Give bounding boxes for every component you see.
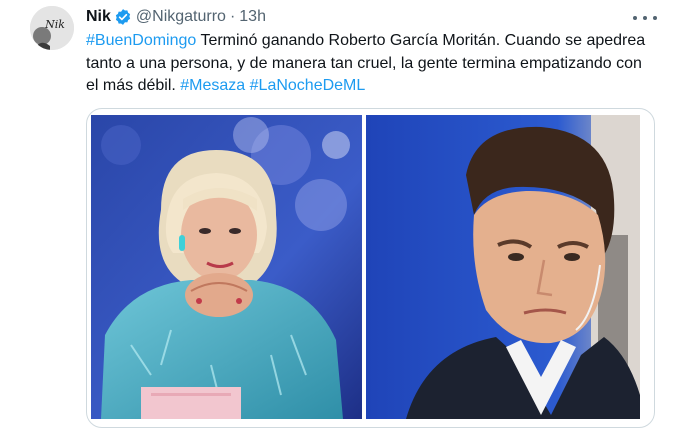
- avatar-signature: Nik: [44, 18, 65, 31]
- tweet: Nik Nik @Nikgaturro · 13h #BuenDomingo T…: [0, 0, 689, 435]
- avatar-image: Nik: [30, 6, 74, 50]
- tweet-header: Nik @Nikgaturro · 13h: [86, 6, 266, 28]
- hashtag-buendomingo[interactable]: #BuenDomingo: [86, 32, 196, 49]
- hashtag-mesaza[interactable]: #Mesaza: [180, 77, 245, 94]
- verified-badge-icon: [115, 9, 131, 25]
- author-name[interactable]: Nik: [86, 8, 111, 26]
- photo-man-image: [366, 115, 640, 419]
- photo-man[interactable]: [366, 115, 640, 419]
- hashtag-lanochedeml[interactable]: #LaNocheDeML: [250, 77, 366, 94]
- tweet-timestamp[interactable]: 13h: [239, 8, 266, 26]
- photo-woman-image: [91, 115, 362, 419]
- more-options-icon[interactable]: [633, 10, 657, 26]
- more-dot: [633, 16, 637, 20]
- separator-dot: ·: [229, 8, 236, 25]
- more-dot: [653, 16, 657, 20]
- tweet-media[interactable]: [86, 108, 655, 428]
- tweet-text: #BuenDomingo Terminó ganando Roberto Gar…: [86, 30, 646, 98]
- author-avatar[interactable]: Nik: [30, 6, 74, 50]
- author-handle[interactable]: @Nikgaturro: [136, 8, 226, 26]
- photo-woman[interactable]: [91, 115, 362, 419]
- more-dot: [643, 16, 647, 20]
